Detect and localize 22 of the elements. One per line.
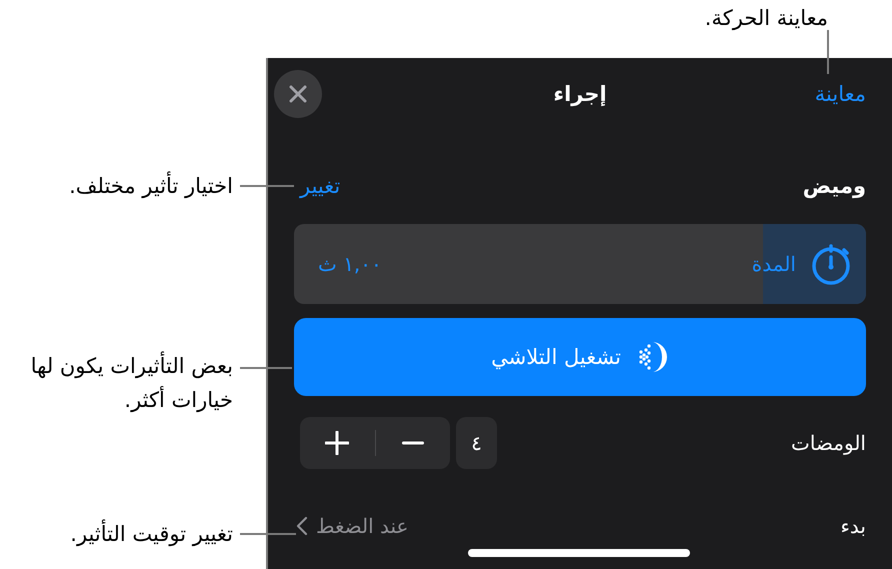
chevron-left-icon bbox=[296, 516, 308, 536]
callout-text: معاينة الحركة. bbox=[704, 5, 828, 32]
callout-text: اختيار تأثير مختلف. bbox=[69, 170, 233, 204]
change-button[interactable]: تغيير bbox=[300, 174, 340, 198]
start-label: بدء bbox=[840, 514, 866, 538]
duration-slider[interactable]: المدة ١,٠٠ ث bbox=[294, 224, 866, 304]
panel-title: إجراء bbox=[553, 82, 607, 106]
plus-icon bbox=[325, 431, 350, 455]
effect-name: وميض bbox=[802, 174, 866, 198]
duration-label: المدة bbox=[752, 252, 796, 276]
close-icon bbox=[289, 85, 307, 103]
callout-text: تغيير توقيت التأثير. bbox=[70, 518, 233, 552]
stopwatch-icon bbox=[810, 242, 852, 286]
duration-value: ١,٠٠ ث bbox=[318, 252, 382, 276]
callout-text: بعض التأثيرات يكون لها خيارات أكثر. bbox=[0, 350, 233, 418]
flashes-label: الومضات bbox=[791, 431, 866, 455]
close-button[interactable] bbox=[274, 70, 322, 118]
play-button[interactable]: تشغيل التلاشي bbox=[294, 318, 866, 396]
minus-icon bbox=[402, 441, 424, 445]
flashes-count: ٤ bbox=[456, 417, 497, 469]
preview-button[interactable]: معاينة bbox=[814, 82, 866, 106]
start-option[interactable]: عند الضغط bbox=[296, 514, 408, 538]
